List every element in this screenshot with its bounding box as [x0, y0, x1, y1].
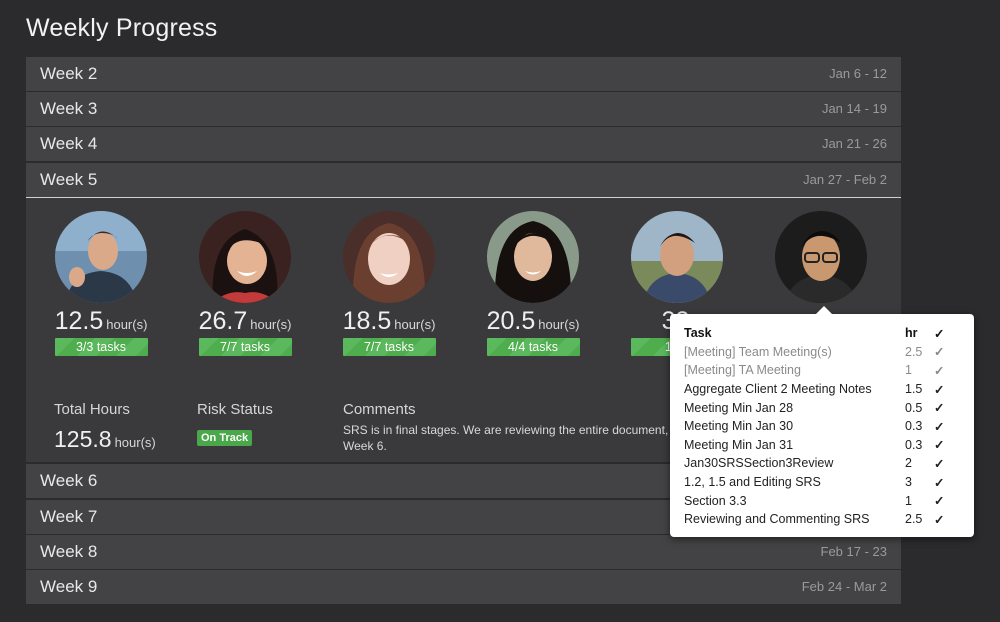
- team-member-2: 26.7 hour(s) 7/7 tasks: [190, 211, 300, 356]
- task-name: Aggregate Client 2 Meeting Notes: [684, 382, 872, 397]
- week-row-3[interactable]: Week 3 Jan 14 - 19: [26, 92, 901, 126]
- week-label: Week 6: [40, 471, 98, 490]
- task-row: 1.2, 1.5 and Editing SRS 3 ✓: [684, 473, 954, 492]
- check-icon: ✓: [934, 475, 945, 490]
- week-label: Week 5: [40, 170, 98, 189]
- task-row: Meeting Min Jan 30 0.3 ✓: [684, 417, 954, 436]
- team-member-6: [766, 211, 876, 303]
- task-hours: 2.5: [905, 512, 923, 527]
- week-label: Week 2: [40, 64, 98, 83]
- week-row-4[interactable]: Week 4 Jan 21 - 26: [26, 127, 901, 161]
- risk-status-badge: On Track: [197, 430, 253, 446]
- task-hours: 0.5: [905, 400, 923, 415]
- tasks-badge[interactable]: 3/3 tasks: [54, 338, 148, 356]
- task-hours: 1: [905, 363, 912, 378]
- task-row: Aggregate Client 2 Meeting Notes 1.5 ✓: [684, 380, 954, 399]
- hours-value: 20.5: [486, 307, 536, 335]
- total-hours-label: Total Hours: [54, 401, 130, 418]
- task-name: Section 3.3: [684, 493, 747, 508]
- total-hours-unit: hour(s): [114, 435, 156, 450]
- header-hr: hr: [905, 326, 918, 341]
- check-icon: ✓: [934, 494, 945, 509]
- check-icon: ✓: [934, 345, 945, 360]
- avatar[interactable]: [199, 211, 291, 303]
- task-row: Reviewing and Commenting SRS 2.5 ✓: [684, 510, 954, 529]
- comments-label: Comments: [343, 401, 416, 418]
- hours-unit: hour(s): [106, 317, 148, 332]
- task-name: Reviewing and Commenting SRS: [684, 512, 870, 527]
- week-dates: Jan 14 - 19: [821, 101, 887, 116]
- check-icon: ✓: [934, 438, 945, 453]
- task-name: [Meeting] Team Meeting(s): [684, 344, 832, 359]
- check-icon: ✓: [934, 363, 945, 378]
- task-hours: 3: [905, 475, 912, 490]
- week-label: Week 8: [40, 542, 98, 561]
- week-row-5[interactable]: Week 5 Jan 27 - Feb 2: [26, 163, 901, 197]
- task-table: Task hr ✓ [Meeting] Team Meeting(s) 2.5 …: [684, 324, 954, 529]
- task-hours: 2: [905, 456, 912, 471]
- check-icon: ✓: [934, 382, 945, 397]
- risk-status-label: Risk Status: [197, 401, 273, 418]
- hours-unit: hour(s): [250, 317, 292, 332]
- task-popover: Task hr ✓ [Meeting] Team Meeting(s) 2.5 …: [670, 306, 974, 537]
- week-dates: Feb 17 - 23: [820, 544, 888, 559]
- comments-text: SRS is in final stages. We are reviewing…: [343, 423, 679, 453]
- week-row-2[interactable]: Week 2 Jan 6 - 12: [26, 57, 901, 91]
- task-table-header: Task hr ✓: [684, 324, 954, 343]
- week-dates: Feb 24 - Mar 2: [801, 579, 887, 594]
- team-member-3: 18.5 hour(s) 7/7 tasks: [334, 211, 444, 356]
- task-row: Jan30SRSSection3Review 2 ✓: [684, 454, 954, 473]
- tasks-badge[interactable]: 4/4 tasks: [486, 338, 580, 356]
- avatar[interactable]: [55, 211, 147, 303]
- check-icon: ✓: [934, 401, 945, 416]
- task-row: Section 3.3 1 ✓: [684, 491, 954, 510]
- week-label: Week 7: [40, 507, 98, 526]
- week-label: Week 4: [40, 134, 98, 153]
- hours-value: 12.5: [54, 307, 104, 335]
- header-task: Task: [684, 326, 712, 341]
- hours-value: 26.7: [198, 307, 248, 335]
- check-icon: ✓: [934, 512, 945, 527]
- page-title: Weekly Progress: [26, 14, 218, 42]
- header-check: ✓: [934, 326, 945, 341]
- week-dates: Jan 27 - Feb 2: [803, 172, 887, 187]
- task-row: [Meeting] TA Meeting 1 ✓: [684, 361, 954, 380]
- task-hours: 1: [905, 493, 912, 508]
- popover-arrow: [816, 306, 832, 314]
- avatar[interactable]: [631, 211, 723, 303]
- task-name: Meeting Min Jan 30: [684, 419, 794, 434]
- avatar[interactable]: [487, 211, 579, 303]
- task-hours: 1.5: [905, 382, 923, 397]
- check-icon: ✓: [934, 456, 945, 471]
- task-row: Meeting Min Jan 31 0.3 ✓: [684, 436, 954, 455]
- task-hours: 0.3: [905, 419, 923, 434]
- tasks-badge[interactable]: 7/7 tasks: [342, 338, 436, 356]
- week-row-8[interactable]: Week 8 Feb 17 - 23: [26, 535, 901, 569]
- total-hours: 125.8 hour(s): [54, 426, 156, 453]
- hours-unit: hour(s): [394, 317, 436, 332]
- task-name: Meeting Min Jan 31: [684, 437, 794, 452]
- week-label: Week 3: [40, 99, 98, 118]
- task-row: Meeting Min Jan 28 0.5 ✓: [684, 398, 954, 417]
- task-name: Meeting Min Jan 28: [684, 400, 794, 415]
- week-dates: Jan 6 - 12: [829, 66, 887, 81]
- week-label: Week 9: [40, 577, 98, 596]
- total-hours-value: 125.8: [54, 426, 112, 452]
- team-member-1: 12.5 hour(s) 3/3 tasks: [46, 211, 156, 356]
- avatar[interactable]: [775, 211, 867, 303]
- hours-unit: hour(s): [538, 317, 580, 332]
- task-row: [Meeting] Team Meeting(s) 2.5 ✓: [684, 343, 954, 362]
- week-row-9[interactable]: Week 9 Feb 24 - Mar 2: [26, 570, 901, 604]
- avatar[interactable]: [343, 211, 435, 303]
- week-dates: Jan 21 - 26: [821, 136, 887, 151]
- check-icon: ✓: [934, 419, 945, 434]
- task-name: Jan30SRSSection3Review: [684, 456, 834, 471]
- task-name: [Meeting] TA Meeting: [684, 363, 801, 378]
- team-member-4: 20.5 hour(s) 4/4 tasks: [478, 211, 588, 356]
- task-name: 1.2, 1.5 and Editing SRS: [684, 475, 821, 490]
- tasks-badge[interactable]: 7/7 tasks: [198, 338, 292, 356]
- task-hours: 0.3: [905, 437, 923, 452]
- hours-value: 18.5: [342, 307, 392, 335]
- task-hours: 2.5: [905, 344, 923, 359]
